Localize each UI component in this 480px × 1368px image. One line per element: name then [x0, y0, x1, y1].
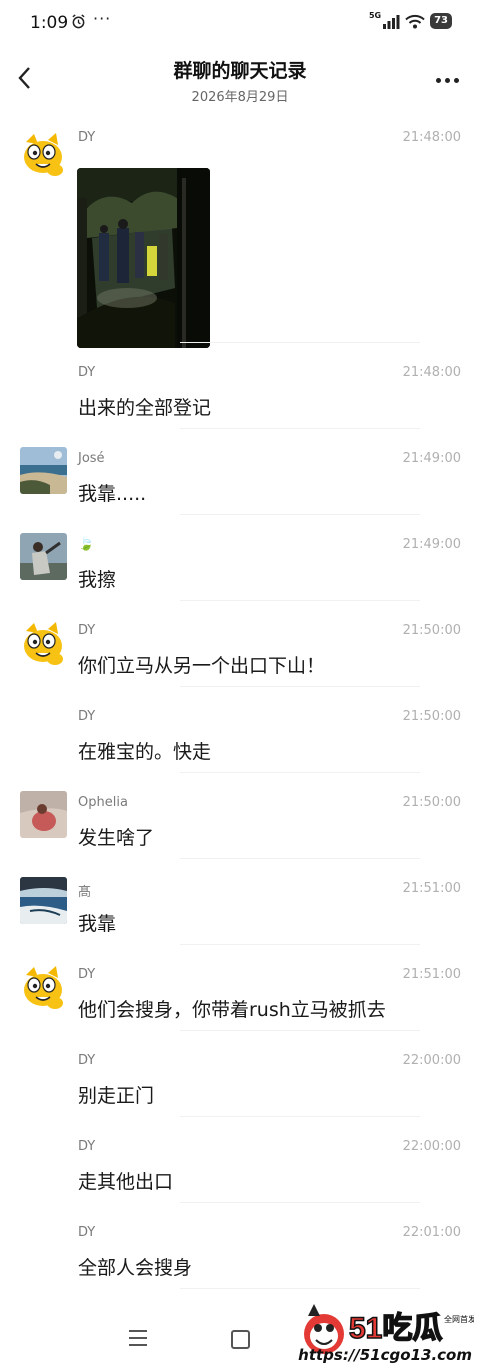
message-time: 22:00:00 — [402, 1053, 461, 1068]
message-time: 21:50:00 — [402, 709, 461, 724]
message-item: DY 22:00:00 别走正门 — [0, 1053, 480, 1113]
battery-indicator: 73 — [430, 13, 452, 29]
message-time: 21:51:00 — [402, 967, 461, 982]
message-sender: DY — [78, 623, 96, 638]
network-type: 5G — [368, 10, 382, 20]
alarm-icon — [72, 14, 85, 29]
message-item: DY 21:48:00 出来的全部登记 — [0, 365, 480, 425]
message-text: 出来的全部登记 — [78, 397, 212, 419]
cat-avatar[interactable] — [20, 130, 67, 177]
landscape-avatar[interactable] — [20, 877, 67, 924]
message-list[interactable]: DY 21:48:00 DY 21:48:00 出来的全部登记 José 21:… — [0, 110, 480, 1305]
message-sender: DY — [78, 967, 96, 982]
status-more: ··· — [93, 9, 112, 28]
message-time: 21:48:00 — [402, 365, 461, 380]
message-item: DY 22:01:00 全部人会搜身 — [0, 1225, 480, 1285]
page-date: 2026年8月29日 — [191, 90, 289, 105]
message-item: José 21:49:00 我靠..... — [0, 447, 480, 511]
message-sender: DY — [78, 130, 96, 145]
message-sender: DY — [78, 709, 96, 724]
menu-icon[interactable] — [129, 1330, 147, 1346]
message-item: 髙 21:51:00 我靠 — [0, 877, 480, 941]
watermark-brand: 51吃瓜 — [349, 1312, 442, 1345]
more-icon[interactable] — [434, 68, 462, 84]
message-item: DY 21:50:00 在雅宝的。快走 — [0, 709, 480, 769]
message-time: 21:48:00 — [402, 130, 461, 145]
message-text: 我擦 — [78, 569, 117, 591]
message-time: 22:01:00 — [402, 1225, 461, 1240]
message-text: 在雅宝的。快走 — [78, 741, 212, 763]
watermark-tag: 全网首发 — [444, 1314, 474, 1324]
message-item: DY 21:48:00 — [0, 130, 480, 350]
message-time: 21:50:00 — [402, 623, 461, 638]
ophelia-avatar[interactable] — [20, 791, 67, 838]
message-sender: 髙 — [78, 885, 92, 900]
message-sender: DY — [78, 1139, 96, 1154]
message-photo[interactable] — [77, 168, 210, 348]
cat-avatar[interactable] — [20, 963, 67, 1010]
message-time: 21:51:00 — [402, 881, 461, 896]
message-sender: DY — [78, 1225, 96, 1240]
wifi-icon — [405, 14, 425, 28]
beach-avatar[interactable] — [20, 447, 67, 494]
message-text: 我靠..... — [78, 483, 147, 505]
signal-icon — [383, 14, 400, 29]
message-item: DY 21:51:00 他们会搜身，你带着rush立马被抓去 — [0, 963, 480, 1027]
message-text: 你们立马从另一个出口下山！ — [78, 655, 326, 677]
status-time: 1:09 — [30, 13, 69, 33]
message-text: 别走正门 — [78, 1085, 155, 1107]
message-time: 21:50:00 — [402, 795, 461, 810]
message-time: 21:49:00 — [402, 537, 461, 552]
message-sender: DY — [78, 1053, 96, 1068]
message-item: Ophelia 21:50:00 发生啥了 — [0, 791, 480, 855]
message-text: 发生啥了 — [78, 827, 155, 849]
message-text: 他们会搜身，你带着rush立马被抓去 — [78, 999, 386, 1021]
message-time: 22:00:00 — [402, 1139, 461, 1154]
message-item: DY 21:50:00 你们立马从另一个出口下山！ — [0, 619, 480, 683]
status-bar: 1:09 ··· 5G 73 — [0, 0, 480, 48]
watermark-url: https://51cgo13.com — [298, 1346, 472, 1364]
person-avatar[interactable] — [20, 533, 67, 580]
message-text: 全部人会搜身 — [78, 1257, 193, 1279]
page-title: 群聊的聊天记录 — [173, 60, 307, 82]
chat-header: 群聊的聊天记录 2026年8月29日 — [0, 48, 480, 110]
message-time: 21:49:00 — [402, 451, 461, 466]
message-text: 我靠 — [78, 913, 117, 935]
message-sender: DY — [78, 365, 96, 380]
home-icon[interactable] — [231, 1330, 250, 1349]
message-text: 走其他出口 — [78, 1171, 174, 1193]
message-sender: José — [78, 451, 105, 466]
message-sender: 🍃 — [78, 537, 95, 552]
message-item: DY 22:00:00 走其他出口 — [0, 1139, 480, 1199]
message-item: 🍃 21:49:00 我擦 — [0, 533, 480, 597]
cat-avatar[interactable] — [20, 619, 67, 666]
message-sender: Ophelia — [78, 795, 128, 810]
